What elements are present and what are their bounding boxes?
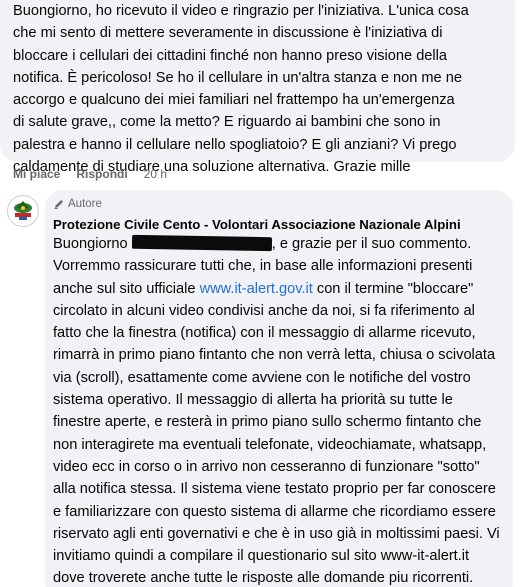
pencil-icon [54,200,63,209]
avatar[interactable] [7,195,39,227]
redacted-name [131,234,272,252]
reply-button[interactable]: Rispondi [76,167,127,181]
comment-text: Buongiorno, ho ricevuto il video e ringr… [13,3,469,176]
reply-text: Buongiorno , e grazie per il suo comment… [53,233,501,587]
comment-thread: Buongiorno, ho ricevuto il video e ringr… [0,0,521,587]
comment-bubble: Buongiorno, ho ricevuto il video e ringr… [0,0,515,175]
reply-author-name[interactable]: Protezione Civile Cento - Volontari Asso… [53,216,501,233]
comment-timestamp[interactable]: 20 h [144,167,167,181]
reply-after-redaction: , e grazie per il suo commento. [271,236,472,252]
author-badge-label: Autore [68,198,102,210]
protezione-civile-logo-icon [9,197,37,225]
author-badge: Autore [53,196,501,212]
reply-body-after-link: con il termine "bloccare" circolato in a… [53,280,500,587]
like-button[interactable]: Mi piace [13,167,60,181]
comment-actions: Mi piace Rispondi 20 h [13,167,167,181]
reply-greeting: Buongiorno [53,236,128,252]
reply-bubble: Autore Protezione Civile Cento - Volonta… [45,190,513,587]
official-site-link[interactable]: www.it-alert.gov.it [200,281,313,297]
